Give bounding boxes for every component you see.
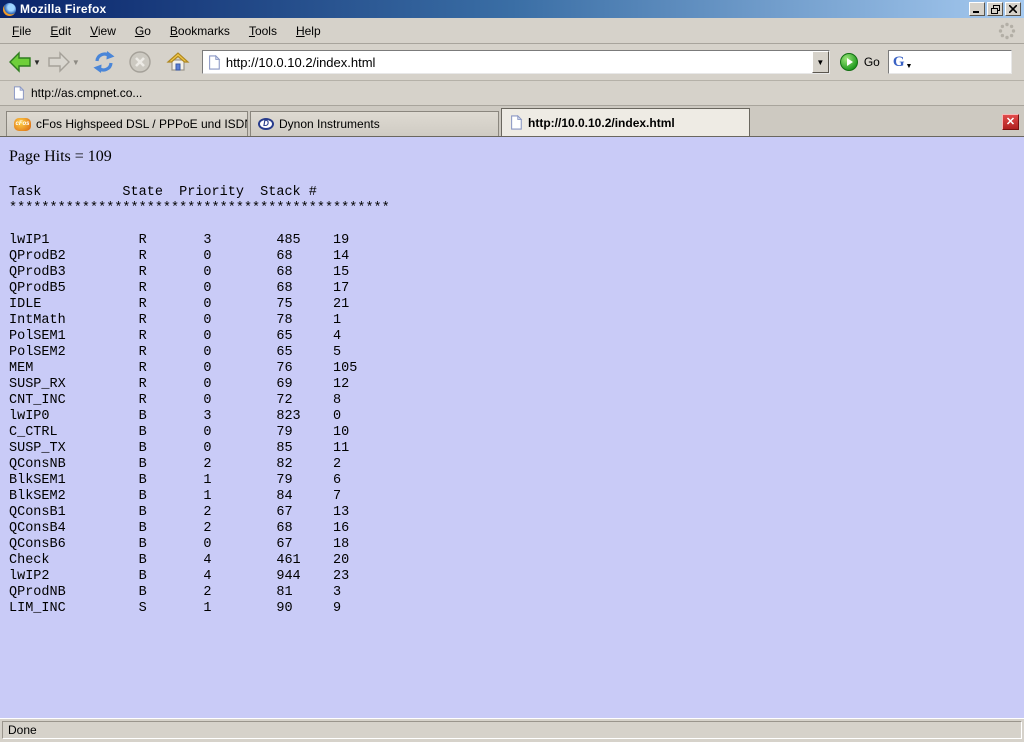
bookmark-label: http://as.cmpnet.co...	[31, 86, 142, 100]
page-icon	[509, 115, 523, 130]
dynon-icon: D	[258, 118, 274, 130]
search-engine-dropdown-icon[interactable]: ▼	[906, 63, 913, 70]
go-button[interactable]	[840, 53, 858, 71]
task-table: Task State Priority Stack # ************…	[9, 185, 1024, 617]
stop-icon	[128, 50, 152, 74]
status-text: Done	[2, 721, 1022, 739]
menu-go[interactable]: Go	[128, 21, 158, 41]
search-input[interactable]	[912, 52, 1010, 72]
tab-label: Dynon Instruments	[279, 117, 380, 131]
restore-button[interactable]	[987, 2, 1003, 16]
search-box: G ▼	[888, 50, 1012, 74]
tab-bar: cFos cFos Highspeed DSL / PPPoE und ISDN …	[0, 106, 1024, 137]
menu-bar: FileEditViewGoBookmarksToolsHelp	[0, 18, 1024, 44]
menu-view[interactable]: View	[83, 21, 123, 41]
page-hits-text: Page Hits = 109	[9, 147, 1024, 167]
reload-button[interactable]	[90, 48, 118, 76]
bookmark-item[interactable]: http://as.cmpnet.co...	[8, 84, 146, 102]
menu-edit[interactable]: Edit	[43, 21, 78, 41]
minimize-button[interactable]	[969, 2, 985, 16]
url-dropdown-button[interactable]: ▼	[812, 51, 829, 73]
page-content: Page Hits = 109 Task State Priority Stac…	[0, 137, 1024, 718]
cfos-icon: cFos	[14, 118, 31, 131]
reload-icon	[92, 50, 116, 74]
url-bar: ▼	[202, 50, 830, 74]
title-bar: Mozilla Firefox	[0, 0, 1024, 18]
bookmarks-toolbar: http://as.cmpnet.co...	[0, 81, 1024, 106]
tab-index[interactable]: http://10.0.10.2/index.html	[501, 108, 750, 136]
stop-button[interactable]	[126, 48, 154, 76]
throbber-icon	[998, 22, 1016, 40]
page-icon	[207, 55, 221, 70]
go-arrow-icon	[847, 58, 853, 66]
close-button[interactable]	[1005, 2, 1021, 16]
back-dropdown-icon[interactable]: ▼	[33, 58, 41, 67]
status-bar: Done	[0, 718, 1024, 742]
tab-dynon[interactable]: D Dynon Instruments	[250, 111, 499, 136]
menu-bookmarks[interactable]: Bookmarks	[163, 21, 237, 41]
menu-file[interactable]: File	[5, 21, 38, 41]
window-title: Mozilla Firefox	[20, 2, 106, 16]
forward-dropdown-icon[interactable]: ▼	[72, 58, 80, 67]
back-arrow-icon	[8, 51, 32, 73]
tab-label: http://10.0.10.2/index.html	[528, 116, 675, 130]
home-button[interactable]	[164, 49, 192, 75]
navigation-toolbar: ▼ ▼	[0, 44, 1024, 81]
browser-window: Mozilla Firefox FileEditViewGoBookmarksT…	[0, 0, 1024, 742]
back-button[interactable]: ▼	[6, 49, 43, 75]
tab-cfos[interactable]: cFos cFos Highspeed DSL / PPPoE und ISDN …	[6, 111, 248, 136]
page-icon	[12, 86, 25, 100]
menu-help[interactable]: Help	[289, 21, 328, 41]
tab-label: cFos Highspeed DSL / PPPoE und ISDN CAP.…	[36, 117, 248, 131]
google-icon[interactable]: G	[893, 55, 905, 70]
firefox-logo-icon	[3, 3, 16, 16]
menu-tools[interactable]: Tools	[242, 21, 284, 41]
forward-button[interactable]: ▼	[45, 49, 82, 75]
go-label[interactable]: Go	[864, 55, 880, 69]
forward-arrow-icon	[47, 51, 71, 73]
home-icon	[166, 51, 190, 73]
tab-close-button[interactable]: ✕	[1002, 114, 1019, 130]
url-input[interactable]	[226, 52, 812, 72]
